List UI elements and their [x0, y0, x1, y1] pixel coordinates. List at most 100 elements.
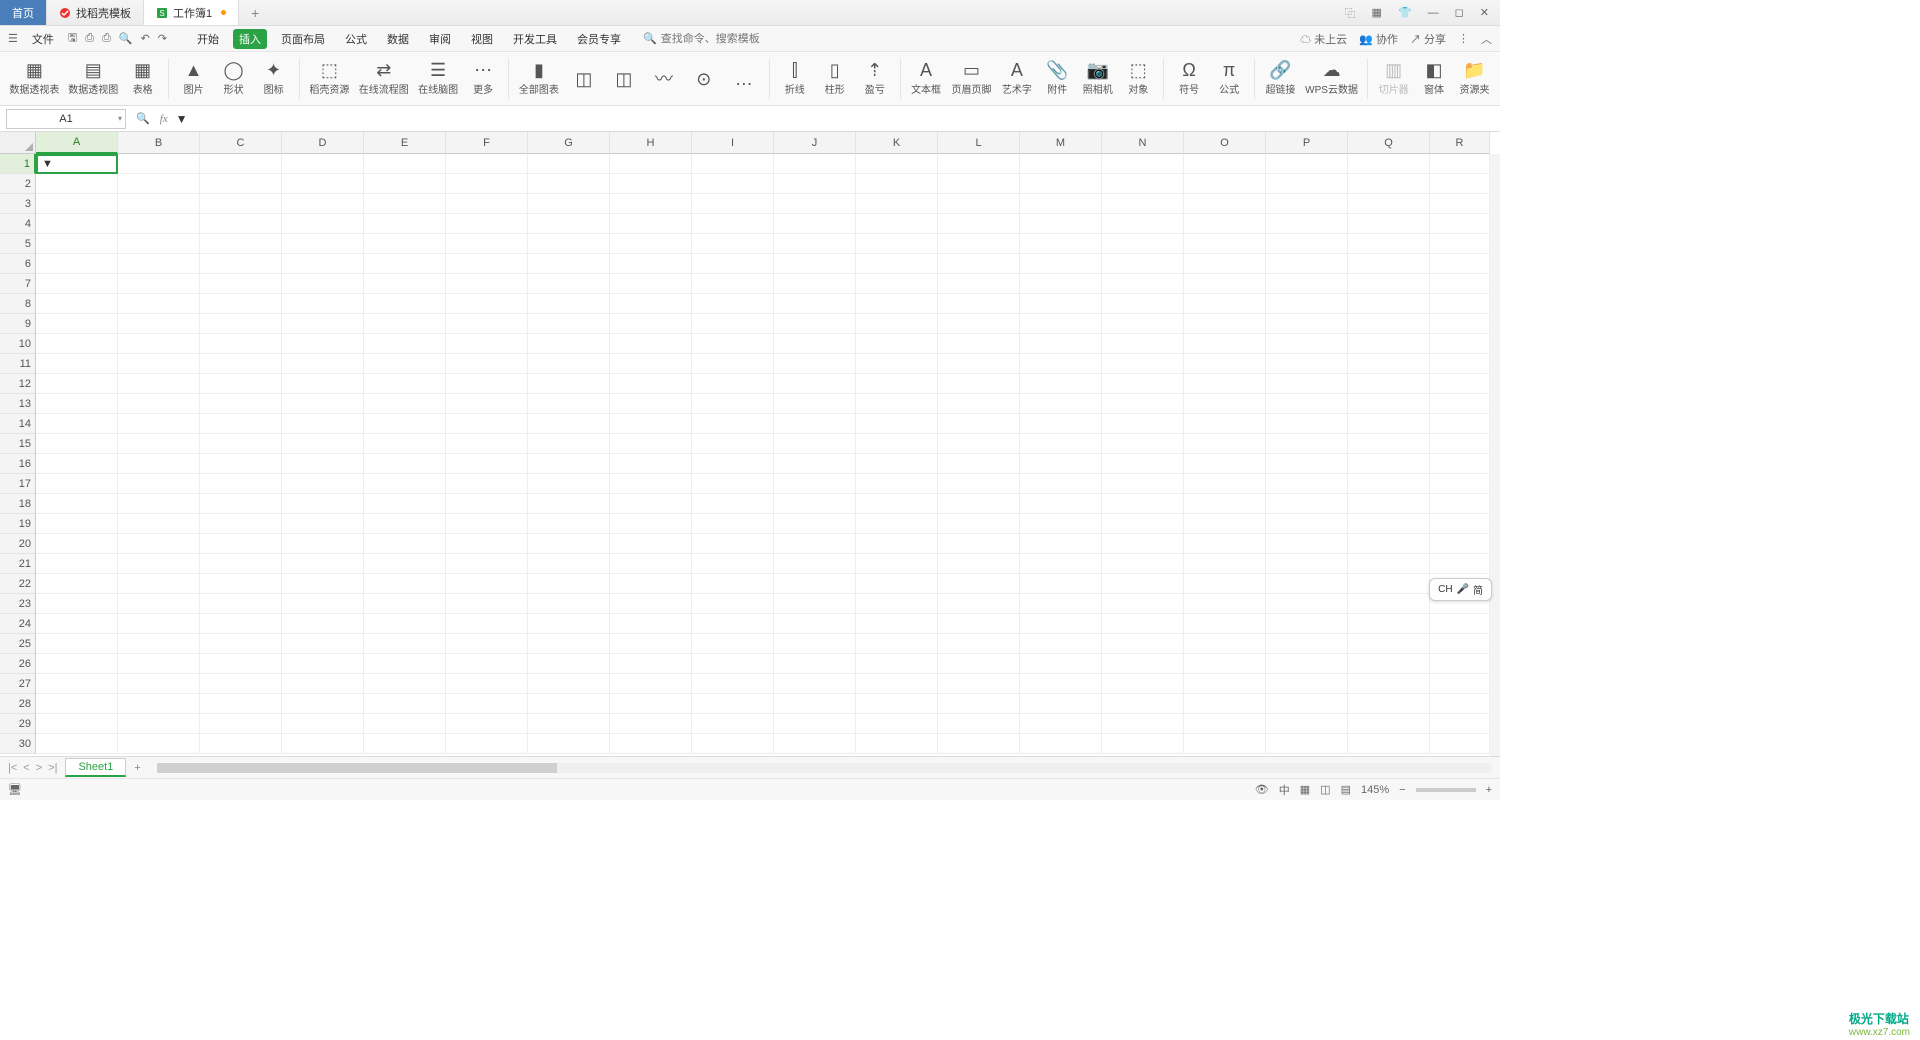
- cell-B8[interactable]: [118, 294, 200, 314]
- cell-M6[interactable]: [1020, 254, 1102, 274]
- cell-G28[interactable]: [528, 694, 610, 714]
- cell-N13[interactable]: [1102, 394, 1184, 414]
- cell-H15[interactable]: [610, 434, 692, 454]
- tab-dev[interactable]: 开发工具: [507, 29, 563, 49]
- cell-R1[interactable]: [1430, 154, 1490, 174]
- cell-K22[interactable]: [856, 574, 938, 594]
- cell-E28[interactable]: [364, 694, 446, 714]
- cell-D3[interactable]: [282, 194, 364, 214]
- cell-R12[interactable]: [1430, 374, 1490, 394]
- cell-M11[interactable]: [1020, 354, 1102, 374]
- cell-F13[interactable]: [446, 394, 528, 414]
- cell-O2[interactable]: [1184, 174, 1266, 194]
- cell-H8[interactable]: [610, 294, 692, 314]
- ribbon-页眉页脚[interactable]: ▭页眉页脚: [948, 59, 996, 98]
- cell-G6[interactable]: [528, 254, 610, 274]
- col-header-B[interactable]: B: [118, 132, 200, 154]
- cell-R11[interactable]: [1430, 354, 1490, 374]
- cell-K1[interactable]: [856, 154, 938, 174]
- cell-O16[interactable]: [1184, 454, 1266, 474]
- tab-formula[interactable]: 公式: [339, 29, 373, 49]
- cell-L2[interactable]: [938, 174, 1020, 194]
- cell-O13[interactable]: [1184, 394, 1266, 414]
- cell-O18[interactable]: [1184, 494, 1266, 514]
- col-header-L[interactable]: L: [938, 132, 1020, 154]
- cell-P9[interactable]: [1266, 314, 1348, 334]
- row-header-28[interactable]: 28: [0, 694, 36, 714]
- ribbon-btn18[interactable]: …: [725, 68, 763, 90]
- cell-A20[interactable]: [36, 534, 118, 554]
- tab-view[interactable]: 视图: [465, 29, 499, 49]
- cell-J6[interactable]: [774, 254, 856, 274]
- cell-P26[interactable]: [1266, 654, 1348, 674]
- cell-I11[interactable]: [692, 354, 774, 374]
- cell-F18[interactable]: [446, 494, 528, 514]
- cell-L23[interactable]: [938, 594, 1020, 614]
- cell-H3[interactable]: [610, 194, 692, 214]
- cell-K7[interactable]: [856, 274, 938, 294]
- cell-A16[interactable]: [36, 454, 118, 474]
- cell-H11[interactable]: [610, 354, 692, 374]
- cell-L20[interactable]: [938, 534, 1020, 554]
- cell-K27[interactable]: [856, 674, 938, 694]
- cell-K19[interactable]: [856, 514, 938, 534]
- cell-J2[interactable]: [774, 174, 856, 194]
- cell-B25[interactable]: [118, 634, 200, 654]
- row-header-13[interactable]: 13: [0, 394, 36, 414]
- cell-N7[interactable]: [1102, 274, 1184, 294]
- cell-F4[interactable]: [446, 214, 528, 234]
- cell-L21[interactable]: [938, 554, 1020, 574]
- ribbon-在线脑图[interactable]: ☰在线脑图: [414, 59, 462, 98]
- zoom-in-button[interactable]: +: [1486, 784, 1492, 796]
- cell-L22[interactable]: [938, 574, 1020, 594]
- cell-O4[interactable]: [1184, 214, 1266, 234]
- cell-D16[interactable]: [282, 454, 364, 474]
- cell-A21[interactable]: [36, 554, 118, 574]
- cell-E26[interactable]: [364, 654, 446, 674]
- cell-I7[interactable]: [692, 274, 774, 294]
- cell-F1[interactable]: [446, 154, 528, 174]
- cell-G19[interactable]: [528, 514, 610, 534]
- row-header-29[interactable]: 29: [0, 714, 36, 734]
- cell-R15[interactable]: [1430, 434, 1490, 454]
- ribbon-数据透视表[interactable]: ▦数据透视表: [6, 59, 63, 98]
- cell-L1[interactable]: [938, 154, 1020, 174]
- layout1-icon[interactable]: ⿻: [1342, 5, 1359, 21]
- row-header-12[interactable]: 12: [0, 374, 36, 394]
- cell-H7[interactable]: [610, 274, 692, 294]
- tab-templates[interactable]: 找稻壳模板: [47, 0, 144, 25]
- cell-J11[interactable]: [774, 354, 856, 374]
- command-search[interactable]: 🔍: [643, 32, 781, 45]
- cell-F23[interactable]: [446, 594, 528, 614]
- tab-layout[interactable]: 页面布局: [275, 29, 331, 49]
- ribbon-盈亏[interactable]: ⇡盈亏: [856, 59, 894, 98]
- cell-F20[interactable]: [446, 534, 528, 554]
- cell-I10[interactable]: [692, 334, 774, 354]
- zoom-slider[interactable]: [1416, 788, 1476, 792]
- cell-F29[interactable]: [446, 714, 528, 734]
- row-header-23[interactable]: 23: [0, 594, 36, 614]
- cell-B13[interactable]: [118, 394, 200, 414]
- cell-Q17[interactable]: [1348, 474, 1430, 494]
- cell-D2[interactable]: [282, 174, 364, 194]
- ribbon-附件[interactable]: 📎附件: [1038, 59, 1076, 98]
- cell-R8[interactable]: [1430, 294, 1490, 314]
- cell-R25[interactable]: [1430, 634, 1490, 654]
- cell-I25[interactable]: [692, 634, 774, 654]
- cell-F28[interactable]: [446, 694, 528, 714]
- cell-O15[interactable]: [1184, 434, 1266, 454]
- col-header-G[interactable]: G: [528, 132, 610, 154]
- cell-E27[interactable]: [364, 674, 446, 694]
- cell-A28[interactable]: [36, 694, 118, 714]
- cell-D29[interactable]: [282, 714, 364, 734]
- cell-K2[interactable]: [856, 174, 938, 194]
- cell-G7[interactable]: [528, 274, 610, 294]
- cell-B30[interactable]: [118, 734, 200, 754]
- cell-J7[interactable]: [774, 274, 856, 294]
- cell-O22[interactable]: [1184, 574, 1266, 594]
- cell-M26[interactable]: [1020, 654, 1102, 674]
- cell-H14[interactable]: [610, 414, 692, 434]
- cell-R7[interactable]: [1430, 274, 1490, 294]
- cell-O7[interactable]: [1184, 274, 1266, 294]
- cell-R29[interactable]: [1430, 714, 1490, 734]
